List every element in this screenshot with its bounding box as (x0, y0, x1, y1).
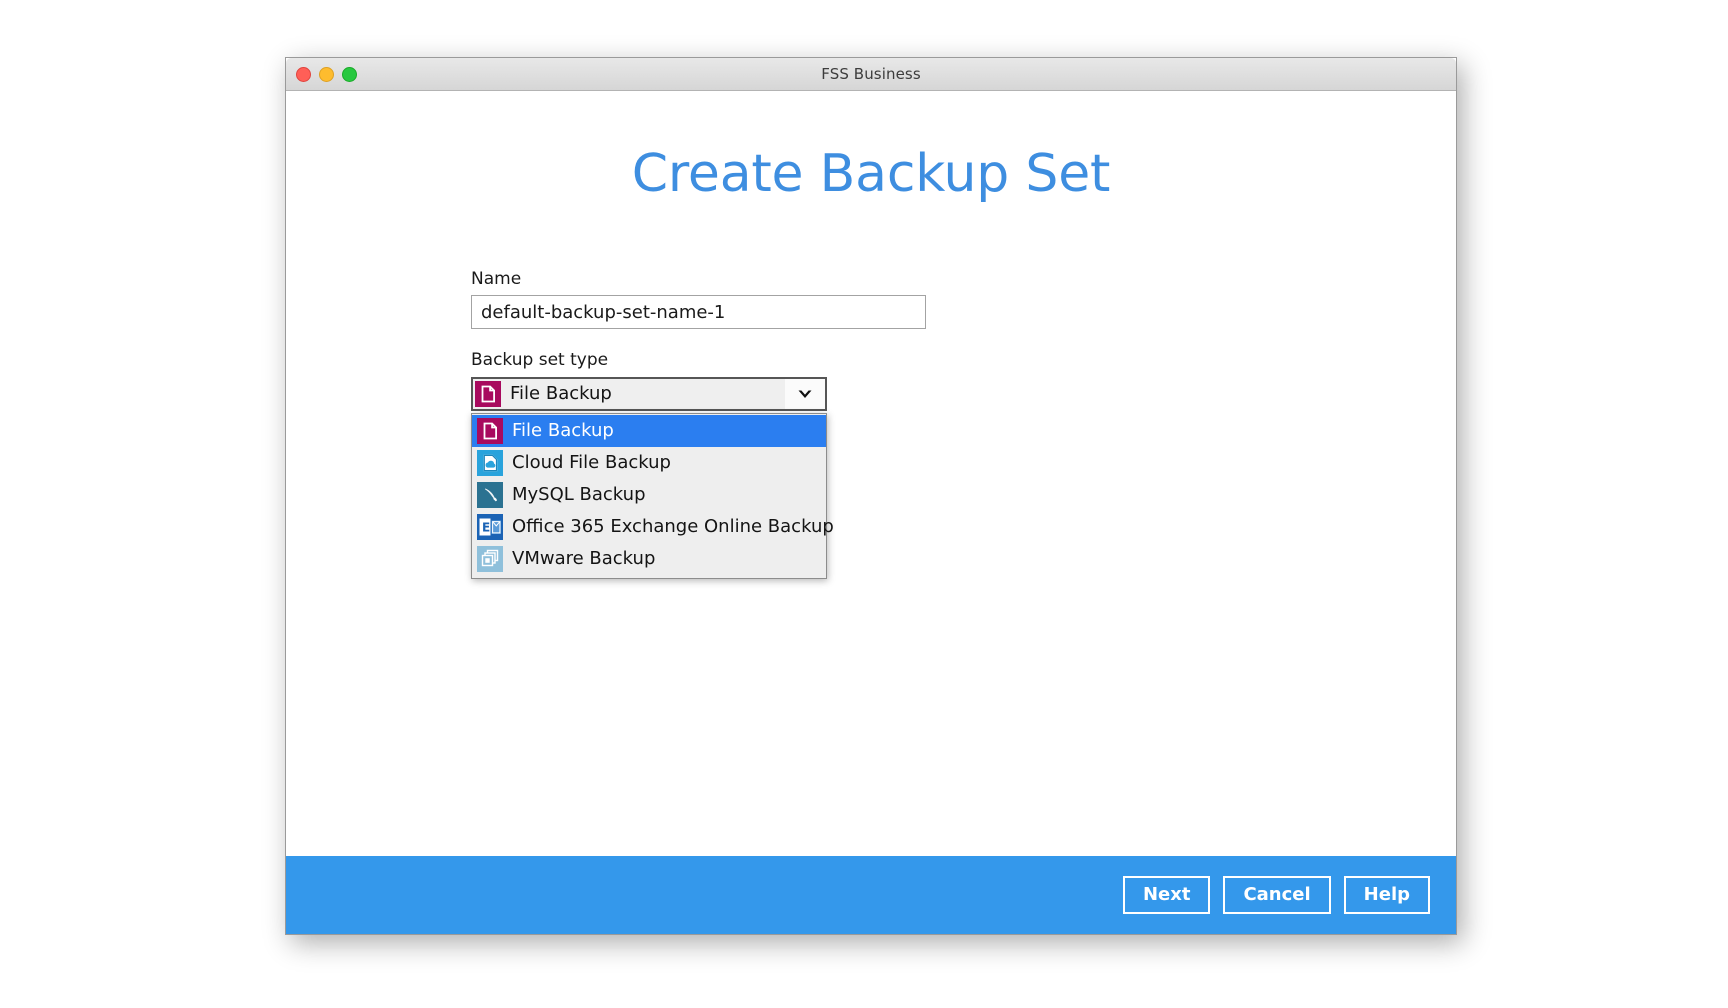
dropdown-option-vmware-backup[interactable]: VMware Backup (472, 543, 826, 575)
backup-set-type-label: Backup set type (471, 350, 609, 371)
cloud-file-backup-icon (477, 449, 503, 476)
backup-set-type-combobox-wrapper: File Backup File Backup Cloud File Backu… (471, 376, 834, 579)
zoom-window-button[interactable] (342, 66, 357, 82)
file-backup-icon (477, 417, 503, 444)
dropdown-option-label: MySQL Backup (512, 484, 646, 506)
name-input[interactable] (471, 295, 926, 330)
window-titlebar: FSS Business (286, 58, 1456, 91)
traffic-light-group (296, 58, 357, 90)
cancel-button[interactable]: Cancel (1223, 875, 1331, 915)
close-window-button[interactable] (296, 66, 311, 82)
dropdown-option-label: Cloud File Backup (512, 452, 671, 474)
dropdown-option-cloud-file-backup[interactable]: Cloud File Backup (472, 447, 826, 479)
dropdown-option-file-backup[interactable]: File Backup (472, 414, 826, 447)
name-label: Name (471, 269, 522, 289)
dropdown-option-label: VMware Backup (512, 548, 656, 570)
backup-set-form: Name Backup set type File Backup (471, 269, 991, 579)
backup-set-type-selected-label: File Backup (510, 383, 612, 405)
file-backup-icon (475, 380, 501, 407)
app-window: FSS Business Create Backup Set Name Back… (285, 57, 1457, 935)
office365-exchange-icon: E (477, 513, 503, 540)
page-title: Create Backup Set (631, 144, 1111, 204)
backup-set-type-dropdown-list: File Backup Cloud File Backup MySQL Back… (471, 412, 834, 579)
dropdown-option-office365-exchange[interactable]: E Office 365 Exchange Online Backup (472, 511, 834, 543)
svg-text:E: E (482, 520, 490, 534)
vmware-backup-icon (477, 545, 503, 572)
dropdown-option-label: Office 365 Exchange Online Backup (512, 516, 834, 538)
next-button[interactable]: Next (1122, 875, 1211, 915)
minimize-window-button[interactable] (319, 66, 334, 82)
backup-set-type-select[interactable]: File Backup (471, 376, 827, 411)
window-content: Create Backup Set Name Backup set type (286, 91, 1456, 856)
mysql-backup-icon (477, 481, 503, 508)
window-footer: Next Cancel Help (286, 856, 1456, 934)
window-title: FSS Business (821, 65, 921, 83)
help-button[interactable]: Help (1343, 875, 1430, 915)
dropdown-option-mysql-backup[interactable]: MySQL Backup (472, 479, 826, 511)
dropdown-option-label: File Backup (512, 420, 614, 442)
chevron-down-icon[interactable] (785, 378, 825, 409)
